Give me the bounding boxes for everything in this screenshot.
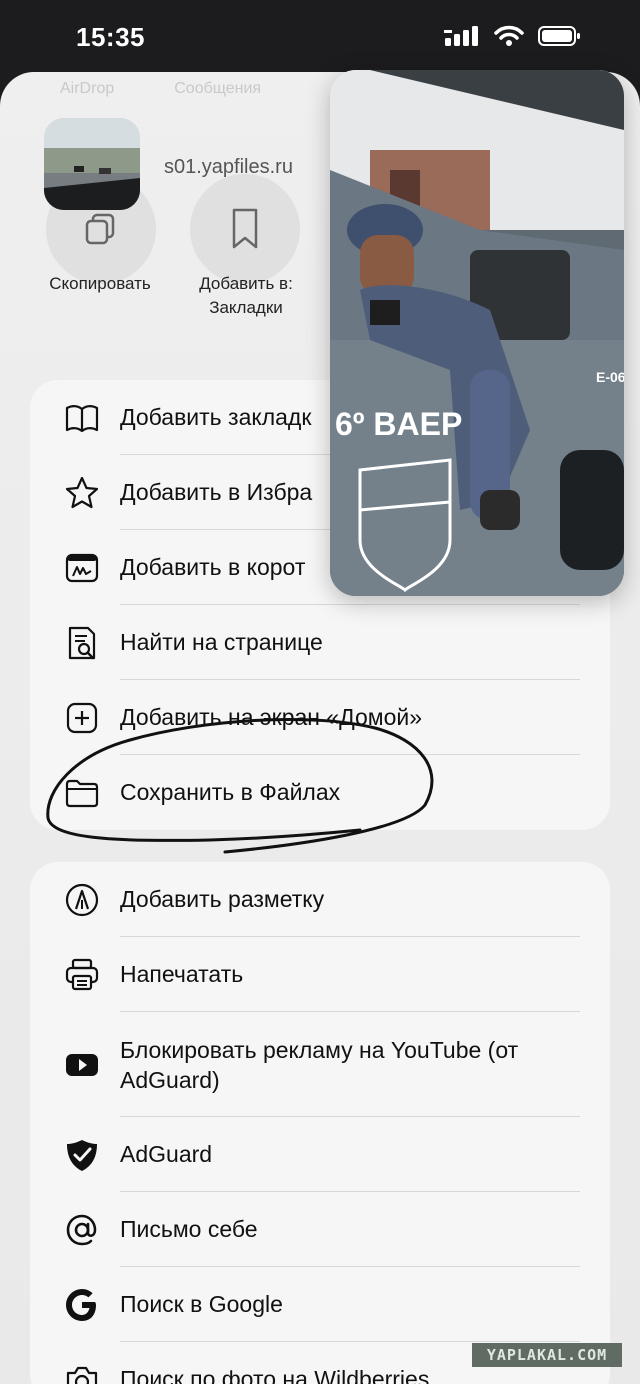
share-targets-faded: AirDrop Сообщения (60, 80, 261, 98)
video-frame: 6º BAEP E-0623 (330, 70, 624, 596)
page-thumbnail (44, 118, 140, 210)
print-label: Напечатать (120, 961, 244, 987)
status-icons (444, 25, 582, 47)
find-on-page-label: Найти на странице (120, 629, 323, 655)
vehicle-text: 6º BAEP (335, 406, 462, 442)
print-row[interactable]: Напечатать (30, 937, 610, 1012)
wildberries-photo-search-label: Поиск по фото на Wildberries (120, 1366, 430, 1384)
printer-icon (65, 958, 99, 991)
bookmark-icon (232, 208, 258, 249)
add-to-bookmarks-button[interactable] (190, 174, 300, 284)
youtube-icon (66, 1054, 98, 1076)
add-markup-row[interactable]: Добавить разметку (30, 862, 610, 937)
find-page-icon (68, 626, 96, 660)
adguard-row[interactable]: AdGuard (30, 1117, 610, 1192)
google-search-label: Поиск в Google (120, 1291, 283, 1317)
mail-to-self-label: Письмо себе (120, 1216, 258, 1242)
mail-to-self-row[interactable]: Письмо себе (30, 1192, 610, 1267)
menu-group-extensions: Добавить разметку Напечатать Блокировать… (30, 862, 610, 1384)
cellular-signal-icon (444, 26, 478, 46)
add-bookmark-label: Добавить закладк (120, 404, 312, 430)
messages-label[interactable]: Сообщения (174, 80, 261, 98)
google-search-row[interactable]: Поиск в Google (30, 1267, 610, 1342)
battery-icon (538, 26, 580, 46)
add-square-icon (66, 702, 98, 734)
star-icon (65, 476, 99, 509)
copy-icon (85, 213, 115, 245)
airdrop-label[interactable]: AirDrop (60, 80, 114, 98)
picture-in-picture-video[interactable]: 6º BAEP E-0623 (330, 70, 624, 596)
add-markup-label: Добавить разметку (120, 886, 325, 912)
block-youtube-ads-row[interactable]: Блокировать рекламу на YouTube (от AdGua… (30, 1012, 610, 1117)
add-to-home-screen-label: Добавить на экран «Домой» (120, 704, 423, 730)
save-to-files-row[interactable]: Сохранить в Файлах (30, 755, 610, 830)
save-to-files-label: Сохранить в Файлах (120, 779, 341, 805)
at-sign-icon (66, 1214, 97, 1246)
add-to-bookmarks-label: Добавить в: Закладки (199, 274, 293, 317)
status-bar: 15:35 (0, 0, 640, 72)
adguard-shield-icon (67, 1140, 97, 1171)
site-watermark: YAPLAKAL.COM (472, 1343, 622, 1367)
plate-text: E-0623 (596, 369, 624, 385)
add-to-favorites-label: Добавить в Избра (120, 479, 313, 505)
adguard-label: AdGuard (120, 1141, 213, 1167)
wifi-icon (494, 25, 524, 46)
block-youtube-ads-label: Блокировать рекламу на YouTube (от AdGua… (120, 1036, 519, 1093)
camera-icon (66, 1366, 98, 1384)
status-time: 15:35 (76, 22, 145, 52)
add-to-shortcuts-label: Добавить в корот (120, 554, 306, 580)
shortcut-icon (65, 553, 99, 583)
book-icon (65, 405, 99, 433)
copy-label: Скопировать (49, 274, 151, 293)
find-on-page-row[interactable]: Найти на странице (30, 605, 610, 680)
google-icon (66, 1289, 96, 1321)
markup-icon (65, 883, 99, 917)
folder-icon (65, 779, 99, 808)
add-to-home-screen-row[interactable]: Добавить на экран «Домой» (30, 680, 610, 755)
